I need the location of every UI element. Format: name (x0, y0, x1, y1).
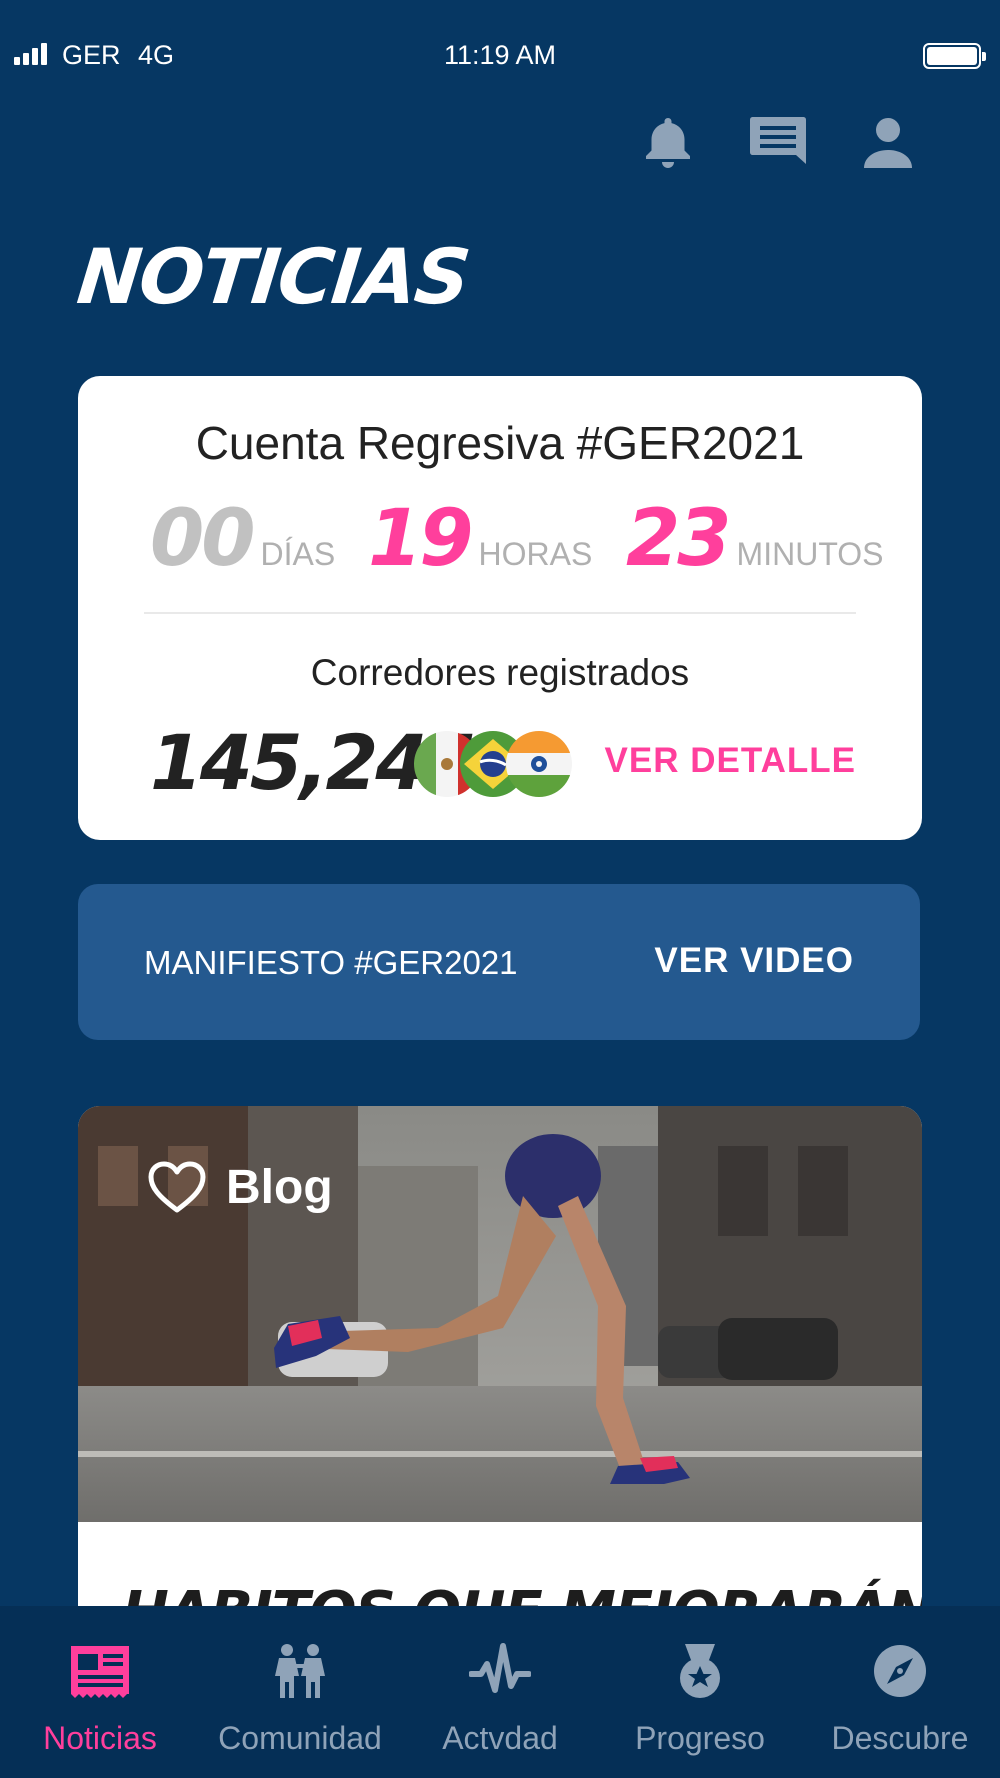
hours-value: 19 (368, 494, 474, 584)
countdown-hours: 19 HORAS (368, 494, 592, 584)
hours-unit: HORAS (478, 536, 593, 572)
status-bar: GER 4G 11:19 AM (0, 30, 1000, 80)
nav-item-comunidad[interactable]: Comunidad (200, 1606, 400, 1778)
nav-label-descubre: Descubre (831, 1720, 969, 1756)
status-time: 11:19 AM (443, 40, 557, 70)
activity-icon (469, 1643, 531, 1693)
people-icon (275, 1644, 325, 1698)
registered-runners-label: Corredores registrados (310, 652, 690, 693)
blog-chip[interactable]: Blog (148, 1160, 333, 1215)
chat-icon[interactable] (748, 112, 808, 172)
days-value: 00 (150, 494, 256, 584)
countdown-days: 00 DÍAS (150, 494, 335, 584)
countdown-minutes: 23 MINUTOS (626, 494, 884, 584)
manifesto-label: MANIFIESTO #GER2021 (144, 944, 518, 981)
compass-icon (874, 1645, 926, 1697)
minutes-value: 23 (626, 494, 732, 584)
manifesto-banner[interactable]: MANIFIESTO #GER2021 VER VIDEO (78, 884, 920, 1040)
newspaper-icon (71, 1646, 129, 1698)
battery-icon (923, 43, 986, 69)
heart-icon[interactable] (148, 1161, 206, 1215)
minutes-unit: MINUTOS (736, 536, 884, 572)
blog-label: Blog (226, 1161, 333, 1214)
country-flags (414, 731, 574, 797)
medal-icon (680, 1644, 720, 1698)
view-details-link[interactable]: VER DETALLE (605, 741, 856, 781)
user-icon[interactable] (858, 112, 918, 172)
nav-item-actividad[interactable]: Actvdad (400, 1606, 600, 1778)
watch-video-button[interactable]: VER VIDEO (654, 941, 854, 981)
blog-card[interactable]: Blog HABITOS QUE MEJORARÁN TU (78, 1106, 922, 1666)
nav-label-comunidad: Comunidad (218, 1720, 382, 1756)
nav-item-noticias[interactable]: Noticias (0, 1606, 200, 1778)
app-screen: GER 4G 11:19 AM NOTICIAS Cuenta Regresiv… (0, 0, 1000, 1778)
bottom-navigation: Noticias Comunidad Actvdad Progreso Desc… (0, 1606, 1000, 1778)
nav-label-actividad: Actvdad (442, 1720, 558, 1756)
nav-label-noticias: Noticias (43, 1720, 157, 1756)
india-flag-icon (506, 731, 572, 797)
bell-icon[interactable] (638, 112, 698, 172)
nav-label-progreso: Progreso (635, 1720, 765, 1756)
days-unit: DÍAS (260, 536, 336, 572)
card-divider (144, 612, 856, 614)
nav-item-progreso[interactable]: Progreso (600, 1606, 800, 1778)
countdown-card: Cuenta Regresiva #GER2021 00 DÍAS 19 HOR… (78, 376, 922, 840)
countdown-title: Cuenta Regresiva #GER2021 (195, 417, 805, 469)
page-title: NOTICIAS (73, 232, 473, 321)
nav-item-descubre[interactable]: Descubre (800, 1606, 1000, 1778)
